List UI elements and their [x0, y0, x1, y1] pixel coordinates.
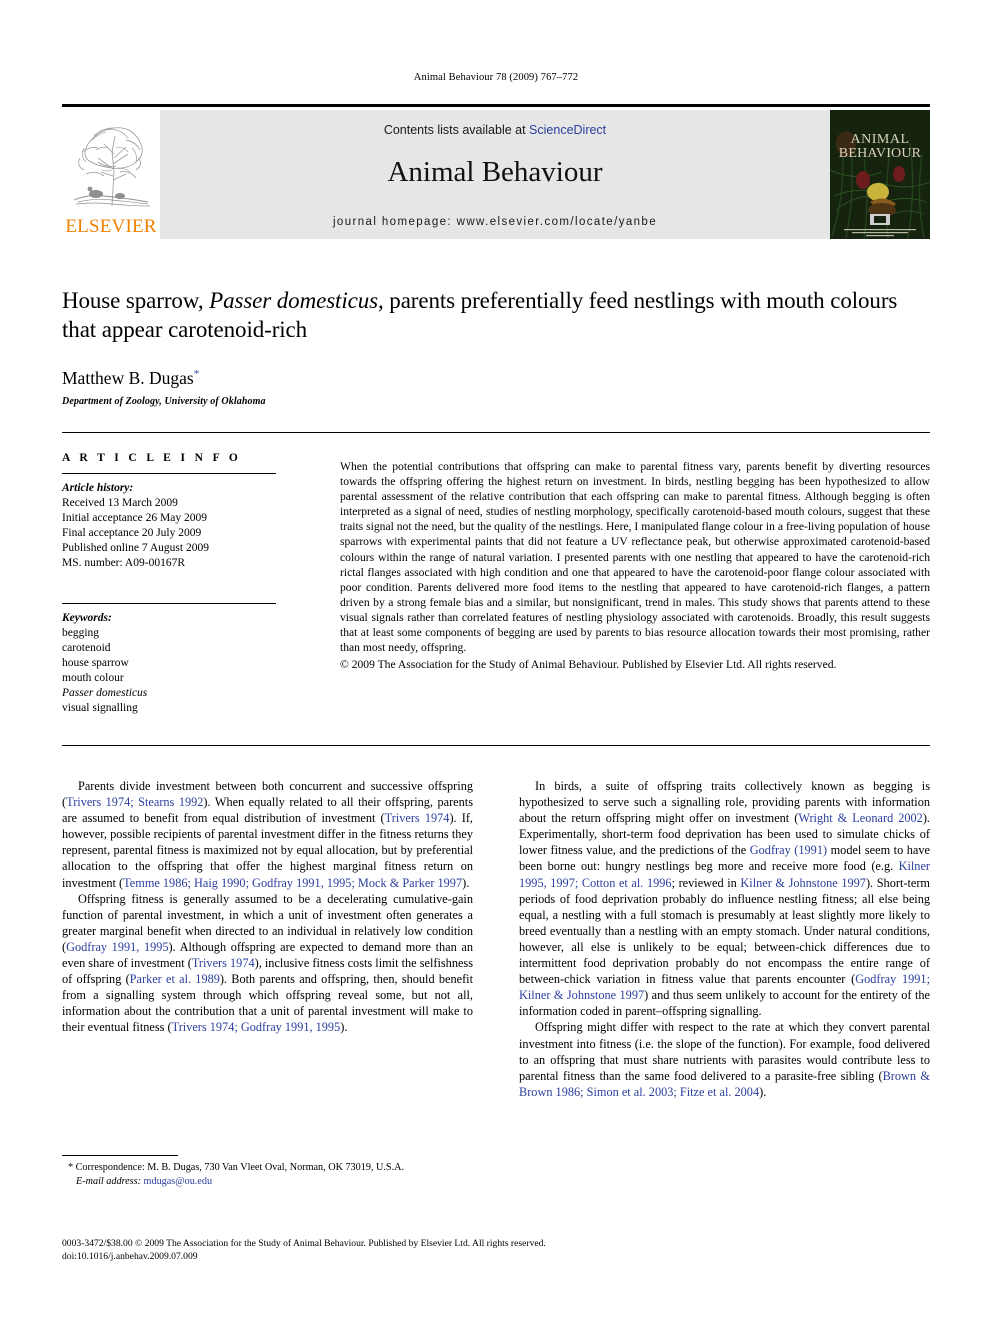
journal-article-page: Animal Behaviour 78 (2009) 767–772 ELSEV…	[0, 0, 992, 1323]
abstract-copyright: © 2009 The Association for the Study of …	[340, 658, 837, 672]
journal-masthead: ELSEVIER Contents lists available at Sci…	[62, 104, 930, 239]
title-block: House sparrow, Passer domesticus, parent…	[62, 286, 930, 407]
email-link[interactable]: mdugas@ou.edu	[144, 1176, 213, 1187]
citation-reference[interactable]: Trivers 1974; Stearns 1992	[66, 795, 203, 809]
sciencedirect-link[interactable]: ScienceDirect	[529, 123, 606, 137]
body-text: ). Short-term periods of food deprivatio…	[519, 875, 930, 987]
article-history-label: Article history:	[62, 482, 134, 494]
citation-reference[interactable]: Kilner & Johnstone 1997	[740, 876, 866, 890]
email-label: E-mail address:	[76, 1175, 141, 1187]
page-footer: 0003-3472/$38.00 © 2009 The Association …	[62, 1238, 930, 1263]
correspondence-footnote: * Correspondence: M. B. Dugas, 730 Van V…	[62, 1155, 473, 1188]
body-paragraph: Offspring fitness is generally assumed t…	[62, 891, 473, 1036]
author-label: Matthew B. Dugas	[62, 367, 194, 388]
body-text: Offspring might differ with respect to t…	[519, 1020, 930, 1083]
body-text: ).	[340, 1020, 348, 1035]
body-column-left: Parents divide investment between both c…	[62, 778, 473, 1198]
journal-homepage-line[interactable]: journal homepage: www.elsevier.com/locat…	[160, 216, 830, 228]
title-species-italic: Passer domesticus	[209, 288, 378, 313]
citation-reference[interactable]: Wright & Leonard 2002	[798, 811, 922, 825]
correspondence-text: Correspondence: M. B. Dugas, 730 Van Vle…	[75, 1162, 405, 1173]
body-text: ).	[759, 1084, 767, 1099]
title-part-1: House sparrow,	[62, 288, 210, 313]
body-paragraph: Offspring might differ with respect to t…	[519, 1019, 930, 1099]
article-history-item: Published online 7 August 2009	[62, 542, 209, 554]
cover-artwork: ANIMAL BEHAVIOUR	[830, 110, 930, 239]
keyword-item: visual signalling	[62, 702, 138, 714]
body-paragraph: In birds, a suite of offspring traits co…	[519, 778, 930, 1019]
citation-reference[interactable]: Temme 1986; Haig 1990; Godfray 1991, 199…	[123, 876, 462, 890]
article-info-divider-1	[62, 473, 276, 474]
article-info-spacer	[62, 581, 302, 603]
running-head: Animal Behaviour 78 (2009) 767–772	[413, 72, 579, 83]
journal-title: Animal Behaviour	[387, 156, 603, 188]
page-title: House sparrow, Passer domesticus, parent…	[62, 286, 930, 344]
journal-info-band: Contents lists available at ScienceDirec…	[160, 110, 830, 239]
body-columns: Parents divide investment between both c…	[62, 778, 930, 1198]
body-paragraph: Parents divide investment between both c…	[62, 778, 473, 891]
info-rule-bottom	[62, 745, 930, 746]
contents-available-line: Contents lists available at ScienceDirec…	[160, 123, 830, 137]
body-text: ).	[462, 875, 470, 890]
abstract: When the potential contributions that of…	[340, 459, 930, 672]
svg-text:ANIMAL: ANIMAL	[851, 132, 910, 147]
article-info-panel: A R T I C L E I N F O Article history: R…	[62, 452, 302, 726]
article-info-heading: A R T I C L E I N F O	[62, 452, 242, 464]
article-ms-number: MS. number: A09-00167R	[62, 557, 185, 569]
elsevier-wordmark: ELSEVIER	[65, 216, 157, 237]
citation-reference[interactable]: Godfray 1991, 1995	[66, 940, 168, 954]
correspondence-line: * Correspondence: M. B. Dugas, 730 Van V…	[62, 1161, 473, 1175]
author-affiliation: Department of Zoology, University of Okl…	[62, 395, 266, 407]
keywords-block: Keywords: begging carotenoid house sparr…	[62, 611, 302, 716]
issn-copyright-line: 0003-3472/$38.00 © 2009 The Association …	[62, 1238, 546, 1249]
citation-reference[interactable]: Trivers 1974	[385, 811, 450, 825]
author-corresponding-marker: *	[193, 368, 200, 380]
journal-cover-thumbnail: ANIMAL BEHAVIOUR	[830, 110, 930, 239]
author-name: Matthew B. Dugas*	[62, 364, 930, 388]
article-history-item: Received 13 March 2009	[62, 497, 178, 509]
article-history-block: Article history: Received 13 March 2009 …	[62, 481, 302, 571]
email-line: E-mail address: mdugas@ou.edu	[62, 1175, 473, 1189]
body-column-right: In birds, a suite of offspring traits co…	[519, 778, 930, 1198]
footnote-marker: *	[68, 1162, 74, 1173]
keyword-item: begging	[62, 627, 100, 639]
contents-prefix: Contents lists available at	[383, 123, 530, 137]
doi-line: doi:10.1016/j.anbehav.2009.07.009	[62, 1250, 198, 1262]
article-info-divider-2	[62, 603, 276, 604]
citation-reference[interactable]: Parker et al. 1989	[130, 972, 220, 986]
keyword-item: house sparrow	[62, 657, 129, 669]
abstract-text: When the potential contributions that of…	[340, 460, 930, 655]
keyword-item: Passer domesticus	[62, 687, 148, 699]
keyword-item: carotenoid	[62, 642, 111, 654]
svg-text:BEHAVIOUR: BEHAVIOUR	[839, 146, 922, 161]
keywords-label: Keywords:	[62, 612, 112, 624]
citation-reference[interactable]: Trivers 1974	[192, 956, 255, 970]
elsevier-tree-icon	[73, 127, 151, 207]
keyword-item: mouth colour	[62, 672, 124, 684]
body-text: ; reviewed in	[671, 875, 741, 890]
citation-reference[interactable]: Trivers 1974; Godfray 1991, 1995	[172, 1020, 341, 1034]
citation-reference[interactable]: Godfray (1991)	[750, 843, 827, 857]
article-history-item: Final acceptance 20 July 2009	[62, 527, 202, 539]
article-history-item: Initial acceptance 26 May 2009	[62, 512, 207, 524]
footnote-rule	[62, 1155, 178, 1156]
elsevier-logo: ELSEVIER	[62, 110, 160, 239]
info-rule-top	[62, 432, 930, 433]
